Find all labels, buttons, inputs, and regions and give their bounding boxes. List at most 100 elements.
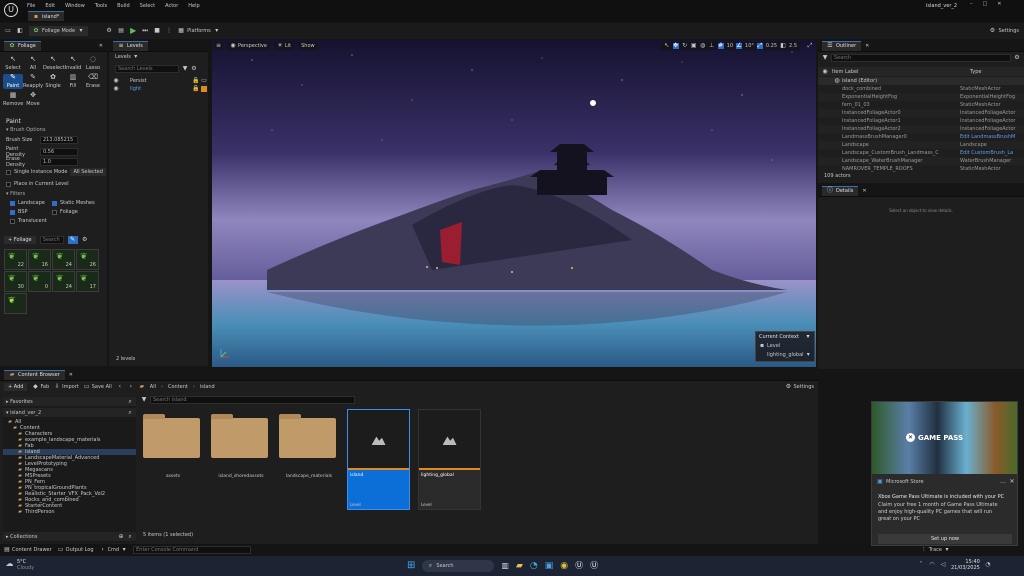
outliner-row[interactable]: fern_01_03 StaticMeshActor: [818, 101, 1024, 109]
scale-snap-icon[interactable]: ⤢: [756, 43, 763, 49]
filters-header[interactable]: ▾ Filters: [6, 191, 25, 197]
grid-snap-value[interactable]: 10: [727, 43, 733, 49]
tool-select[interactable]: ↖ Select: [3, 56, 23, 72]
lock-icon[interactable]: 🔒: [192, 86, 199, 92]
file-explorer-icon[interactable]: ▰: [516, 559, 523, 573]
camera-speed-icon[interactable]: ◧: [780, 43, 786, 49]
hamburger-icon[interactable]: ≡: [214, 42, 223, 50]
level-asset-tile[interactable]: island Level: [347, 409, 410, 510]
folder-tile[interactable]: assets: [143, 409, 203, 509]
col-type[interactable]: Type: [970, 69, 981, 75]
erase-density-input[interactable]: [40, 158, 78, 166]
menu-actor[interactable]: Actor: [165, 3, 178, 9]
tool-single[interactable]: ✿ Single: [43, 74, 63, 90]
filter-landscape[interactable]: Landscape: [10, 200, 52, 206]
tab-outliner[interactable]: ☰ Outliner: [822, 40, 862, 51]
level-color-swatch[interactable]: [201, 86, 207, 92]
single-instance-checkbox[interactable]: [6, 169, 11, 175]
menu-edit[interactable]: Edit: [45, 3, 55, 9]
place-level-checkbox[interactable]: [6, 181, 11, 187]
menu-help[interactable]: Help: [188, 3, 199, 9]
add-button[interactable]: + Add: [4, 383, 28, 391]
import-button[interactable]: ⇩ Import: [54, 384, 79, 391]
settings-button[interactable]: ⚙ Settings: [989, 28, 1019, 35]
tab-details[interactable]: ⓘ Details: [822, 185, 859, 196]
edge-icon[interactable]: ◔: [530, 559, 538, 573]
world-icon[interactable]: ◍: [700, 43, 706, 49]
tool-erase[interactable]: ⌫ Erase: [83, 74, 103, 90]
outliner-row[interactable]: Landscape_WaterBrushManager WaterBrushMan…: [818, 157, 1024, 165]
setup-now-button[interactable]: Set up now: [878, 534, 1012, 544]
tab-foliage[interactable]: ✿ Foliage: [4, 40, 41, 51]
search-icon[interactable]: ⌕: [127, 533, 133, 540]
snap-surface-icon[interactable]: ⊥: [709, 43, 715, 49]
paint-density-input[interactable]: [40, 148, 78, 156]
back-icon[interactable]: ‹: [117, 384, 123, 390]
rotation-snap-icon[interactable]: ∠: [736, 43, 743, 49]
tool-all[interactable]: ↖ All: [23, 56, 43, 72]
search-icon[interactable]: ⌕: [127, 398, 133, 405]
filter-icon[interactable]: ▼: [182, 66, 188, 72]
menu-window[interactable]: Window: [65, 3, 85, 9]
gear-icon[interactable]: ⚙: [1014, 55, 1020, 61]
outliner-row[interactable]: Landscape Landscape: [818, 141, 1024, 149]
foliage-type-thumb[interactable]: ❦ 22: [4, 249, 27, 270]
camera-speed-value[interactable]: 2.5: [789, 43, 797, 49]
chevron-down-icon[interactable]: ▾: [805, 334, 811, 340]
outliner-row[interactable]: ExponentialHeightFog ExponentialHeightFog: [818, 93, 1024, 101]
menu-build[interactable]: Build: [117, 3, 130, 9]
scale-snap-value[interactable]: 0.25: [766, 43, 777, 49]
clock[interactable]: 15:40 21/03/2025: [951, 559, 980, 571]
outliner-row[interactable]: InstancedFoliageActor1 InstancedFoliageAc…: [818, 117, 1024, 125]
store-icon[interactable]: ▣: [545, 559, 554, 573]
stop-icon[interactable]: ■: [154, 28, 160, 34]
blueprint-icon[interactable]: ⚙: [106, 28, 112, 34]
rotate-icon[interactable]: ↻: [682, 43, 688, 49]
mode-dropdown[interactable]: ✿ Foliage Mode ▾: [29, 26, 89, 36]
foliage-type-thumb[interactable]: ❦ 16: [28, 249, 51, 270]
foliage-type-thumb[interactable]: ❦ 0: [28, 271, 51, 292]
tool-reapply[interactable]: ✎ Reapply: [23, 74, 43, 90]
outliner-search-input[interactable]: [831, 54, 1011, 62]
windows-start-icon[interactable]: ⊞: [407, 559, 415, 573]
notification-bell-icon[interactable]: ◔: [985, 562, 991, 568]
wifi-icon[interactable]: ◠: [929, 562, 935, 568]
search-icon[interactable]: ⌕: [127, 409, 133, 416]
play-icon[interactable]: ▶: [130, 27, 136, 35]
outliner-row[interactable]: NAMROVER_TEMPLE_ROOFS StaticMeshActor: [818, 165, 1024, 173]
folder-icon[interactable]: ▰: [139, 384, 145, 390]
minimize-icon[interactable]: –: [970, 1, 973, 7]
tool-fill[interactable]: ▥ Fill: [63, 74, 83, 90]
folder-tile[interactable]: landscape_materials: [279, 409, 339, 509]
asset-search-input[interactable]: [150, 396, 355, 404]
weather-widget[interactable]: ☁ 5°C Cloudy: [5, 559, 35, 571]
foliage-type-thumb[interactable]: ❦: [4, 293, 27, 314]
close-icon[interactable]: ✕: [862, 188, 866, 194]
filter-icon[interactable]: ▼: [822, 55, 828, 61]
more-icon[interactable]: …: [1000, 479, 1006, 485]
brush-size-input[interactable]: [40, 136, 78, 144]
show-button[interactable]: Show: [298, 42, 318, 50]
outliner-row[interactable]: InstancedFoliageActor0 InstancedFoliageAc…: [818, 109, 1024, 117]
taskbar-search[interactable]: ⌕ Search: [422, 560, 495, 572]
fab-button[interactable]: ◆ Fab: [32, 384, 49, 391]
output-log-button[interactable]: ▭ Output Log: [58, 547, 94, 554]
select-mode-icon[interactable]: ↖: [664, 43, 670, 49]
more-icon[interactable]: ⋮: [166, 28, 172, 34]
tool-paint[interactable]: ✎ Paint: [3, 74, 23, 89]
browse-icon[interactable]: ◧: [17, 28, 23, 34]
level-asset-tile[interactable]: lighting_global Level: [418, 409, 481, 510]
outliner-row[interactable]: dock_combined StaticMeshActor: [818, 85, 1024, 93]
level-tab[interactable]: ▪ island*: [28, 11, 65, 21]
foliage-type-thumb[interactable]: ❦ 26: [76, 249, 99, 270]
volume-icon[interactable]: ◁: [940, 562, 946, 568]
tool-deselect[interactable]: ↖ Deselect: [43, 56, 65, 72]
menu-select[interactable]: Select: [140, 3, 155, 9]
menu-tools[interactable]: Tools: [95, 3, 107, 9]
cb-settings-button[interactable]: ⚙ Settings: [785, 384, 814, 391]
tool-lasso[interactable]: ◌ Lasso: [83, 56, 103, 72]
viewport[interactable]: ≡ ◉ Perspective ☀ Lit Show ↖ ✥ ↻ ▣ ◍ ⊥ # 1…: [212, 40, 816, 367]
lock-icon[interactable]: 🔒: [192, 78, 199, 84]
add-icon[interactable]: ⊕: [118, 533, 124, 540]
project-header[interactable]: ▾ island_ver_2 ⌕: [3, 408, 136, 417]
